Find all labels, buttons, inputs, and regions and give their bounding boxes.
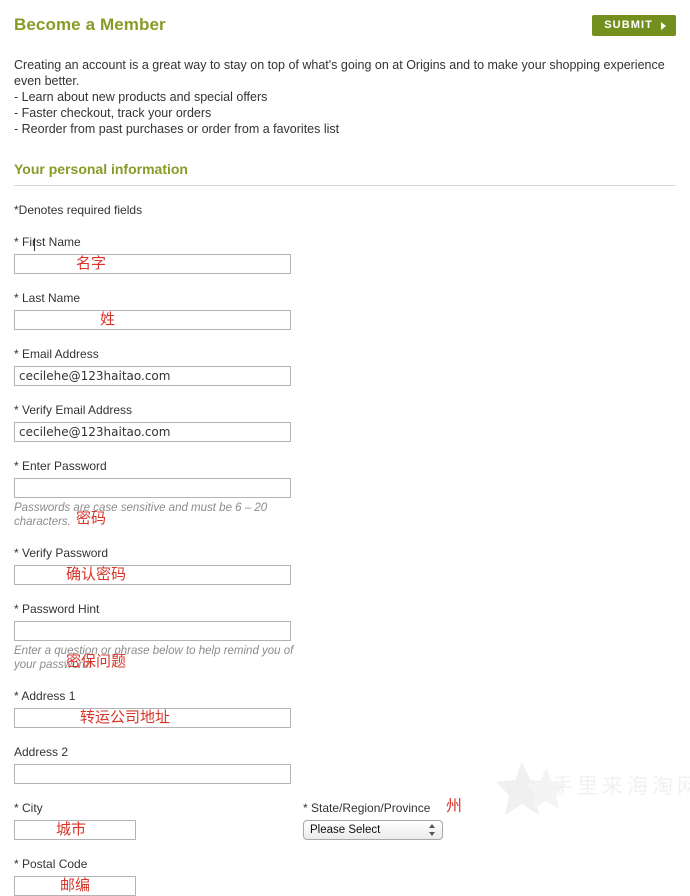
state-label: * State/Region/Province (303, 801, 431, 815)
text-caret (34, 238, 35, 251)
email-label: * Email Address (14, 347, 99, 361)
intro-bullet-2: - Faster checkout, track your orders (14, 106, 212, 120)
last-name-label: * Last Name (14, 291, 81, 305)
intro-text: Creating an account is a great way to st… (14, 57, 676, 137)
verify-password-label: * Verify Password (14, 546, 109, 560)
address1-input[interactable] (14, 708, 291, 728)
address2-label: Address 2 (14, 745, 69, 759)
field-first-name: * First Name 名字 (14, 235, 676, 274)
page-title: Become a Member (14, 15, 166, 34)
intro-bullet-3: - Reorder from past purchases or order f… (14, 122, 340, 136)
section-divider (14, 185, 676, 186)
first-name-label: * First Name (14, 235, 81, 249)
triangle-right-icon (661, 21, 666, 30)
member-signup-page: Become a Member SUBMIT Creating an accou… (0, 0, 690, 896)
password-hint-input[interactable] (14, 621, 291, 641)
email-input[interactable] (14, 366, 291, 386)
postal-code-label: * Postal Code (14, 857, 88, 871)
required-fields-note: *Denotes required fields (14, 203, 143, 217)
postal-code-input[interactable] (14, 876, 136, 896)
city-input[interactable] (14, 820, 136, 840)
verify-password-input[interactable] (14, 565, 291, 585)
field-password: * Enter Password 密码 Passwords are case s… (14, 459, 676, 529)
password-input[interactable] (14, 478, 291, 498)
field-state: * State/Region/Province 州 Please Select (303, 798, 633, 840)
last-name-input[interactable] (14, 310, 291, 330)
state-select[interactable]: Please Select (303, 820, 443, 840)
intro-paragraph: Creating an account is a great way to st… (14, 58, 665, 88)
section-title: Your personal information (14, 161, 188, 177)
field-password-hint: * Password Hint 密保问题 Enter a question or… (14, 602, 676, 672)
submit-button[interactable]: SUBMIT (592, 15, 676, 36)
intro-bullet-1: - Learn about new products and special o… (14, 90, 268, 104)
first-name-input[interactable] (14, 254, 291, 274)
page-header: Become a Member SUBMIT (14, 0, 676, 45)
field-verify-password: * Verify Password 确认密码 (14, 546, 676, 585)
field-postal-code: * Postal Code 邮编 (14, 857, 676, 896)
address1-label: * Address 1 (14, 689, 76, 703)
verify-email-label: * Verify Email Address (14, 403, 133, 417)
password-label: * Enter Password (14, 459, 107, 473)
city-state-row: * City 城市 * State/Region/Province 州 Plea… (14, 798, 676, 840)
password-hint-label: * Password Hint (14, 602, 100, 616)
field-email: * Email Address (14, 347, 676, 386)
verify-email-input[interactable] (14, 422, 291, 442)
password-hint-text: Passwords are case sensitive and must be… (14, 502, 268, 528)
address2-input[interactable] (14, 764, 291, 784)
field-verify-email: * Verify Email Address (14, 403, 676, 442)
field-address1: * Address 1 转运公司地址 (14, 689, 676, 728)
password-hint-help-text: Enter a question or phrase below to help… (14, 645, 294, 671)
field-address2: Address 2 (14, 745, 676, 784)
state-select-wrap: Please Select (303, 820, 443, 840)
field-last-name: * Last Name 姓 (14, 291, 676, 330)
submit-button-label: SUBMIT (604, 19, 653, 31)
